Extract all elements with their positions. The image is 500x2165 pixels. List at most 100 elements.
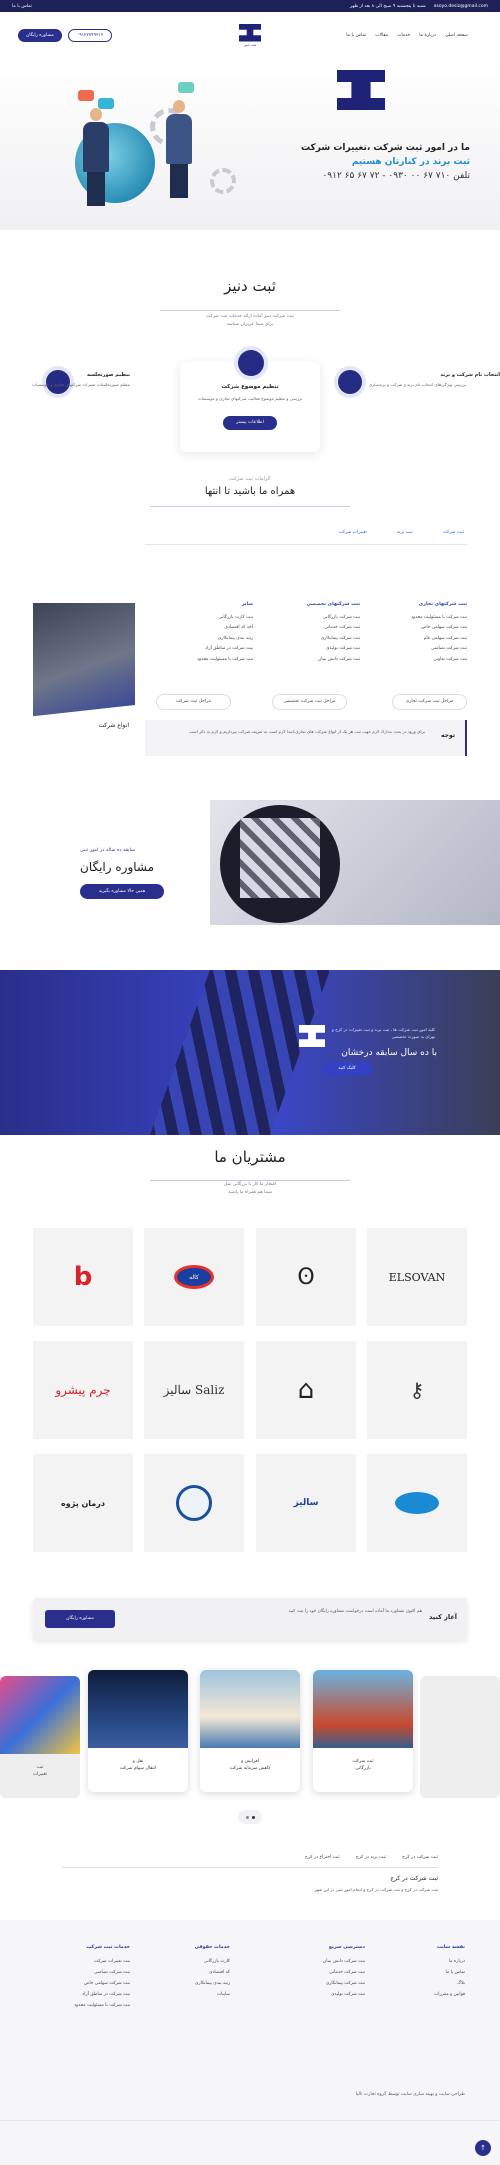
oval-logo-icon <box>395 1492 439 1514</box>
footer-link[interactable]: رتبه بندی پیمانکاری <box>150 1978 230 1989</box>
blog-card[interactable]: ثبت شرکت بازرگانی <box>313 1670 413 1792</box>
services-col-other: سایر ثبت کارت بازرگانی اخذ کد اقتصادی رت… <box>148 600 253 665</box>
blog-card-title: افزایش و <box>241 1759 259 1764</box>
services-col-special: ثبت شرکتهای تخصصی ثبت شرکت بازرگانی ثبت … <box>255 600 360 665</box>
service-link[interactable]: ثبت شرکت بازرگانی <box>255 613 360 624</box>
service-link[interactable]: ثبت شرکت در مناطق آزاد <box>148 644 253 655</box>
tab-patent-karaj[interactable]: ثبت اختراع در کرج <box>305 1855 340 1860</box>
footer-link[interactable]: تماس با ما <box>385 1967 466 1978</box>
header-consult-button[interactable]: مشاوره رایگان <box>18 28 62 42</box>
service-link[interactable]: ثبت شرکت پیمانکاری <box>255 634 360 645</box>
footer-col-legal: خدمات حقوقی کارت بازرگانی کد اقتصادی رتب… <box>150 1942 230 2000</box>
nav-services[interactable]: خدمات <box>397 33 410 38</box>
header-phone-button[interactable]: ۰۹۱۲۲۷۴۹۲۱۲ <box>67 28 113 42</box>
service-link[interactable]: ثبت کارت بازرگانی <box>148 613 253 624</box>
footer-link[interactable]: ساینات <box>150 1989 230 2000</box>
tab-changes[interactable]: تغییرات شرکت <box>339 530 367 535</box>
logo-text: ثبت دنیز <box>243 42 257 47</box>
divider <box>150 1180 350 1181</box>
footer-link[interactable]: کد اقتصادی <box>150 1967 230 1978</box>
blog-card-subtitle: انتقال سهام شرکت <box>119 1766 157 1771</box>
services-col-commercial: ثبت شرکتهای تجاری ثبت شرکت با مسئولیت مح… <box>362 600 467 665</box>
nav-home[interactable]: صفحه اصلی <box>445 33 468 38</box>
note-label: توجه <box>441 732 455 739</box>
consult-now-button[interactable]: همین حالا مشاوره بگیرید <box>80 884 164 899</box>
service-link[interactable]: ثبت شرکت تولیدی <box>255 644 360 655</box>
client-logo <box>367 1454 467 1552</box>
main-nav: صفحه اصلی درباره ما خدمات مقالات تماس با… <box>346 33 468 38</box>
carousel-dots[interactable] <box>238 1810 262 1824</box>
service-link[interactable]: ثبت شرکت خدماتی <box>255 623 360 634</box>
banner-logo-icon <box>295 1025 325 1053</box>
cta-consult-button[interactable]: مشاوره رایگان <box>45 1610 115 1628</box>
hero-logo-icon <box>337 70 385 118</box>
steps-commercial-button[interactable]: مراحل ثبت شرکت تجاری <box>392 694 467 710</box>
footer-col-head: خدمات ثبت شرکت <box>86 1945 130 1950</box>
divider <box>145 544 467 545</box>
blog-card[interactable]: افزایش و کاهش سرمایه شرکت <box>200 1670 300 1792</box>
tab-brand-karaj[interactable]: ثبت برند در کرج <box>356 1855 386 1860</box>
footer-link[interactable]: ثبت شرکت سهامی خاص <box>30 1978 130 1989</box>
site-logo[interactable]: ثبت دنیز <box>235 21 265 49</box>
footer-link[interactable]: ثبت شرکت در مناطق آزاد <box>30 1989 130 2000</box>
footer-link[interactable]: ثبت شرکت دانش بنیان <box>275 1956 365 1967</box>
service-link[interactable]: اخذ کد اقتصادی <box>148 623 253 634</box>
banner-small-text: کلیه امور ثبت شرکت ها ، ثبت برند و ثبت ت… <box>331 1027 435 1039</box>
footer-link[interactable]: ثبت شرکت تولیدی <box>275 1989 365 2000</box>
nav-contact[interactable]: تماس با ما <box>346 33 366 38</box>
businessman-illustration <box>82 108 110 208</box>
consult-kicker: سابقه ده ساله در امور ثبتی <box>80 848 135 853</box>
tab-company[interactable]: ثبت شرکت <box>443 530 464 535</box>
more-info-button[interactable]: اطلاعات بیشتر <box>223 416 277 430</box>
footer-link[interactable]: ثبت تغییرات شرکت <box>30 1956 130 1967</box>
footer-link[interactable]: ثبت شرکت تضامنی <box>30 1967 130 1978</box>
footer-col-sitemap: نقشه سایت درباره ما تماس با ما بلاگ قوان… <box>385 1942 465 2000</box>
dot-icon[interactable] <box>251 1815 255 1819</box>
footer-link[interactable]: ثبت شرکت با مسئولیت محدود <box>30 2000 130 2011</box>
service-link[interactable]: رتبه بندی پیمانکاری <box>148 634 253 645</box>
note-text: برای ورود در بحث مدارک لازم جهت ثبت هر ی… <box>189 729 425 734</box>
about-title: ثبت دنیز <box>224 277 276 295</box>
tab-company-karaj[interactable]: ثبت شرکت در کرج <box>402 1855 438 1860</box>
email-text[interactable]: asoyo.desiz@gmail.com <box>434 4 488 9</box>
hero-phone[interactable]: تلفن ۷۱۰ ۶۷ ۰۰ ۰۹۳۰ - ۷۲ ۶۷ ۶۵ ۰۹۱۲ <box>260 171 470 181</box>
steps-company-button[interactable]: مراحل ثبت شرکت <box>156 694 231 710</box>
mustache-logo-icon: ʘ <box>297 1264 315 1290</box>
service-link[interactable]: ثبت شرکت سهامی عام <box>362 634 467 645</box>
dot-icon[interactable] <box>245 1815 249 1819</box>
divider <box>160 310 340 311</box>
company-types-image[interactable]: انواع شرکت <box>33 603 135 733</box>
services-tabs: ثبت شرکت ثبت برند تغییرات شرکت <box>339 530 464 535</box>
footer-link[interactable]: ثبت شرکت خدماتی <box>275 1967 365 1978</box>
card-text: بررسی ویژگی‌های انتخاب نام برند و شرکت و… <box>368 382 466 387</box>
service-link[interactable]: ثبت شرکت سهامی خاص <box>362 623 467 634</box>
consult-title: مشاوره رایگان <box>80 860 155 874</box>
service-link[interactable]: ثبت شرکت با مسئولیت محدود <box>148 655 253 666</box>
blog-card-image <box>200 1670 300 1748</box>
blog-card-image <box>88 1670 188 1748</box>
footer-link[interactable]: ثبت شرکت پیمانکاری <box>275 1978 365 1989</box>
clients-title: مشتریان ما <box>214 1148 286 1166</box>
info-title: ثبت شرکت در کرج <box>390 1875 438 1882</box>
cta-bar: آغاز کنید هم اکنون مشاوره ما آماده است د… <box>33 1598 467 1640</box>
footer-link[interactable]: کارت بازرگانی <box>150 1956 230 1967</box>
services-section: الزامات ثبت شرکت همراه ما باشید تا انتها… <box>0 470 500 780</box>
service-link[interactable]: ثبت شرکت تعاونی <box>362 655 467 666</box>
steps-special-button[interactable]: مراحل ثبت شرکت تخصصی <box>272 694 347 710</box>
nav-articles[interactable]: مقالات <box>375 33 388 38</box>
blog-card[interactable]: نقل و انتقال سهام شرکت <box>88 1670 188 1792</box>
footer-link[interactable]: درباره ما <box>385 1956 465 1967</box>
nav-about[interactable]: درباره ما <box>419 33 436 38</box>
banner-click-button[interactable]: کلیک کنید <box>322 1062 372 1076</box>
client-logo-text: کاله <box>174 1265 214 1289</box>
scroll-top-icon[interactable]: ↑ <box>475 2140 491 2156</box>
footer-link[interactable]: بلاگ <box>385 1978 465 1989</box>
tab-brand[interactable]: ثبت برند <box>397 530 413 535</box>
footer-link[interactable]: قوانین و مقررات <box>385 1989 465 2000</box>
contact-link[interactable]: تماس با ما <box>12 4 32 9</box>
service-link[interactable]: ثبت شرکت با مسئولیت محدود <box>362 613 467 624</box>
hero-section: ما در امور ثبت شرکت ،تغییرات شرکت ثبت بر… <box>0 58 500 230</box>
clients-sub-1: افتخار ما کار با بزرگانی مثل <box>223 1182 277 1187</box>
service-link[interactable]: ثبت شرکت دانش بنیان <box>255 655 360 666</box>
service-link[interactable]: ثبت شرکت تضامنی <box>362 644 467 655</box>
